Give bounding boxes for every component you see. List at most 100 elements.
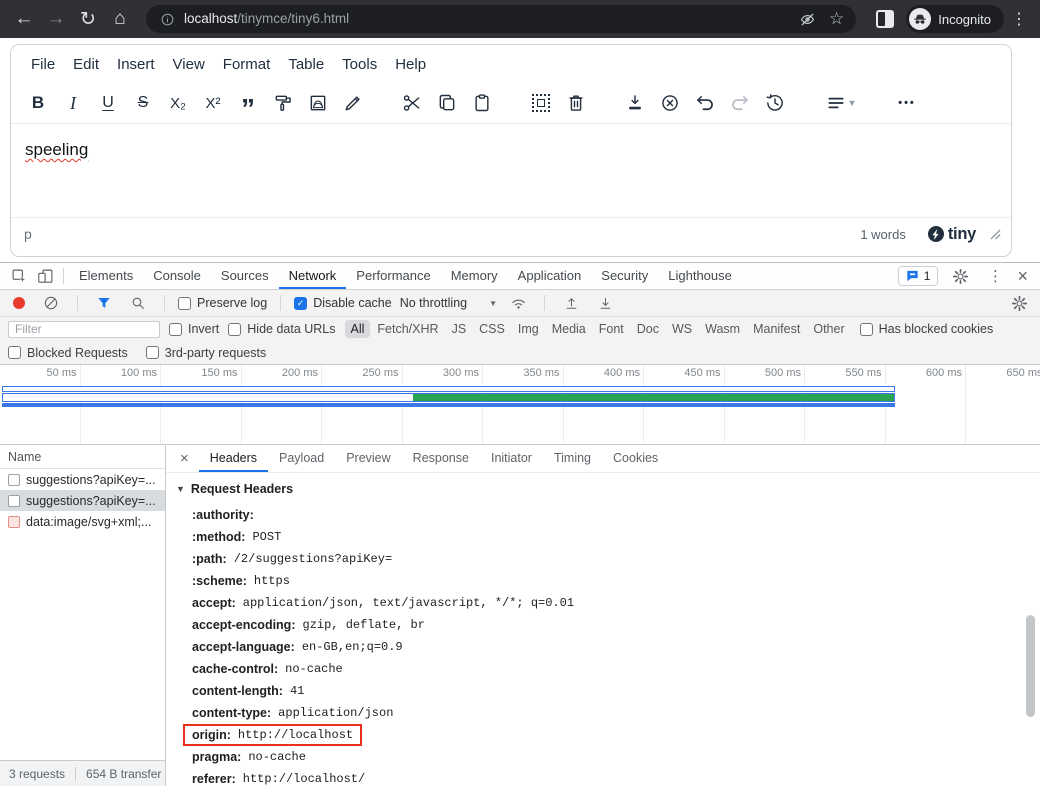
invert-control[interactable]: Invert [169,322,219,336]
invert-checkbox[interactable] [169,323,182,336]
preserve-log-control[interactable]: Preserve log [178,296,267,310]
request-type-filter[interactable]: Img [512,320,545,338]
browser-menu-icon[interactable]: ⋮ [1008,9,1030,29]
word-count[interactable]: 1 words [860,227,906,242]
forward-icon[interactable]: → [42,5,70,33]
hide-data-urls-control[interactable]: Hide data URLs [228,322,335,336]
request-row[interactable]: data:image/svg+xml;... [0,511,165,532]
third-party-checkbox[interactable] [146,346,159,359]
request-type-filter[interactable]: All [345,320,371,338]
request-row[interactable]: suggestions?apiKey=... [0,469,165,490]
redo-button[interactable] [725,88,755,118]
restore-draft-button[interactable] [760,88,790,118]
network-overview-timeline[interactable]: 50 ms100 ms150 ms200 ms250 ms300 ms350 m… [0,365,1040,445]
detail-tab[interactable]: Preview [335,445,401,472]
eye-blocked-icon[interactable] [795,8,821,30]
menu-item[interactable]: Help [386,50,435,79]
editor-content-area[interactable]: speeling [11,123,1011,217]
network-conditions-icon[interactable] [505,292,531,314]
request-type-filter[interactable]: Font [593,320,630,338]
request-type-filter[interactable]: Fetch/XHR [371,320,444,338]
menu-item[interactable]: Insert [108,50,164,79]
underline-button[interactable]: U [93,88,123,118]
request-headers-section[interactable]: ▼ Request Headers [176,482,1040,496]
detail-tab[interactable]: Payload [268,445,335,472]
menu-item[interactable]: Edit [64,50,108,79]
issues-button[interactable]: 1 [898,266,939,286]
more-options-button[interactable]: ••• [892,88,922,118]
clear-network-icon[interactable] [38,292,64,314]
detail-tab[interactable]: Timing [543,445,602,472]
align-dropdown-button[interactable]: ▼ [819,88,863,118]
devtools-tab[interactable]: Elements [69,263,143,289]
bold-button[interactable]: B [23,88,53,118]
devtools-menu-icon[interactable]: ⋮ [982,265,1008,287]
detail-tab[interactable]: Cookies [602,445,669,472]
menu-item[interactable]: Format [214,50,280,79]
tiny-brand[interactable]: tiny [928,225,976,244]
scrollbar-thumb[interactable] [1026,615,1035,717]
side-panel-icon[interactable] [876,10,894,28]
menu-item[interactable]: Table [279,50,333,79]
export-har-icon[interactable] [592,292,618,314]
search-icon[interactable] [125,292,151,314]
permanent-pen-button[interactable] [338,88,368,118]
throttling-dropdown[interactable]: No throttling ▼ [400,296,497,310]
subscript-button[interactable]: X₂ [163,88,193,118]
cancel-button[interactable] [655,88,685,118]
has-blocked-cookies-control[interactable]: Has blocked cookies [860,322,994,336]
disable-cache-control[interactable]: ✓ Disable cache [294,296,392,310]
import-har-icon[interactable] [558,292,584,314]
bookmark-star-icon[interactable]: ☆ [829,9,844,29]
inspect-element-icon[interactable] [6,265,32,287]
paste-button[interactable] [467,88,497,118]
save-button[interactable] [620,88,650,118]
blockquote-button[interactable]: ” [233,88,263,118]
disable-cache-checkbox[interactable]: ✓ [294,297,307,310]
hide-data-urls-checkbox[interactable] [228,323,241,336]
misspelled-word[interactable]: speeling [25,140,88,159]
request-type-filter[interactable]: Other [807,320,850,338]
request-type-filter[interactable]: Doc [631,320,665,338]
superscript-button[interactable]: X² [198,88,228,118]
delete-button[interactable] [561,88,591,118]
request-type-filter[interactable]: Media [546,320,592,338]
copy-button[interactable] [432,88,462,118]
settings-gear-icon[interactable] [947,265,973,287]
devtools-tab[interactable]: Memory [441,263,508,289]
devtools-tab[interactable]: Lighthouse [658,263,742,289]
has-blocked-cookies-checkbox[interactable] [860,323,873,336]
info-icon[interactable] [158,8,176,30]
devtools-tab[interactable]: Performance [346,263,440,289]
filter-input[interactable] [8,321,160,338]
devtools-tab[interactable]: Network [279,263,347,289]
blocked-requests-control[interactable]: Blocked Requests [8,346,128,360]
menu-item[interactable]: Tools [333,50,386,79]
third-party-control[interactable]: 3rd-party requests [146,346,266,360]
request-type-filter[interactable]: Manifest [747,320,806,338]
detail-tab[interactable]: Headers [199,445,268,472]
request-row[interactable]: suggestions?apiKey=... [0,490,165,511]
home-icon[interactable]: ⌂ [106,5,134,33]
filter-funnel-icon[interactable] [91,292,117,314]
menu-item[interactable]: File [22,50,64,79]
format-painter-button[interactable] [268,88,298,118]
menu-item[interactable]: View [164,50,214,79]
record-icon[interactable] [13,297,25,309]
request-type-filter[interactable]: Wasm [699,320,746,338]
device-toolbar-icon[interactable] [32,265,58,287]
cut-button[interactable] [397,88,427,118]
url-bar[interactable]: localhost/tinymce/tiny6.html ☆ [146,5,856,33]
preserve-log-checkbox[interactable] [178,297,191,310]
devtools-tab[interactable]: Application [508,263,592,289]
back-icon[interactable]: ← [10,5,38,33]
devtools-tab[interactable]: Security [591,263,658,289]
devtools-tab[interactable]: Sources [211,263,279,289]
undo-button[interactable] [690,88,720,118]
italic-button[interactable]: I [58,88,88,118]
request-type-filter[interactable]: JS [446,320,473,338]
strikethrough-button[interactable]: S [128,88,158,118]
close-detail-icon[interactable]: × [170,450,199,467]
devtools-tab[interactable]: Console [143,263,211,289]
detail-tab[interactable]: Initiator [480,445,543,472]
